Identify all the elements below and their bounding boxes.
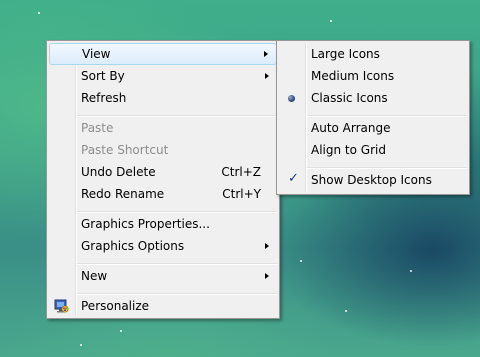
menu-item-personalize[interactable]: Personalize	[49, 295, 277, 317]
menu-item-view[interactable]: View	[49, 43, 277, 65]
menu-item-paste-shortcut: Paste Shortcut	[49, 139, 277, 161]
menu-item-refresh-label: Refresh	[81, 91, 127, 105]
menu-item-redo-rename[interactable]: Redo Rename Ctrl+Y	[49, 183, 277, 205]
menu-item-refresh[interactable]: Refresh	[49, 87, 277, 109]
submenu-arrow-icon	[264, 51, 268, 57]
menu-item-personalize-label: Personalize	[81, 299, 150, 313]
submenu-item-show-desktop-icons-label: Show Desktop Icons	[311, 173, 432, 187]
menu-item-paste-label: Paste	[81, 121, 114, 135]
menu-item-graphics-properties[interactable]: Graphics Properties...	[49, 213, 277, 235]
submenu-item-medium-icons-label: Medium Icons	[311, 69, 395, 83]
submenu-item-classic-icons[interactable]: Classic Icons	[279, 87, 467, 109]
submenu-item-align-to-grid[interactable]: Align to Grid	[279, 139, 467, 161]
submenu-item-auto-arrange-label: Auto Arrange	[311, 121, 391, 135]
menu-item-sort-by[interactable]: Sort By	[49, 65, 277, 87]
menu-item-view-label: View	[82, 47, 111, 61]
menu-item-paste: Paste	[49, 117, 277, 139]
menu-item-undo-delete-label: Undo Delete	[81, 165, 156, 179]
submenu-item-large-icons[interactable]: Large Icons	[279, 43, 467, 65]
submenu-arrow-icon	[265, 243, 269, 249]
submenu-item-medium-icons[interactable]: Medium Icons	[279, 65, 467, 87]
menu-item-redo-rename-label: Redo Rename	[81, 187, 165, 201]
submenu-item-show-desktop-icons[interactable]: ✓ Show Desktop Icons	[279, 169, 467, 191]
desktop-context-menu: View Sort By Refresh Paste Paste Shortcu…	[46, 40, 280, 319]
submenu-item-classic-icons-label: Classic Icons	[311, 91, 388, 105]
submenu-arrow-icon	[265, 73, 269, 79]
menu-item-graphics-options[interactable]: Graphics Options	[49, 235, 277, 257]
checkmark-icon: ✓	[288, 171, 299, 186]
view-submenu: Large Icons Medium Icons Classic Icons A…	[276, 40, 470, 195]
submenu-item-large-icons-label: Large Icons	[311, 47, 380, 61]
menu-item-undo-delete[interactable]: Undo Delete Ctrl+Z	[49, 161, 277, 183]
menu-item-sort-by-label: Sort By	[81, 69, 125, 83]
menu-item-new-label: New	[81, 269, 108, 283]
submenu-item-auto-arrange[interactable]: Auto Arrange	[279, 117, 467, 139]
submenu-arrow-icon	[265, 273, 269, 279]
menu-item-paste-shortcut-label: Paste Shortcut	[81, 143, 169, 157]
menu-item-graphics-options-label: Graphics Options	[81, 239, 185, 253]
menu-item-new[interactable]: New	[49, 265, 277, 287]
redo-shortcut-text: Ctrl+Y	[222, 187, 261, 201]
radio-bullet-icon	[288, 95, 295, 102]
personalize-icon	[54, 299, 69, 313]
menu-item-graphics-properties-label: Graphics Properties...	[81, 217, 210, 231]
submenu-item-align-to-grid-label: Align to Grid	[311, 143, 386, 157]
undo-shortcut-text: Ctrl+Z	[221, 165, 261, 179]
